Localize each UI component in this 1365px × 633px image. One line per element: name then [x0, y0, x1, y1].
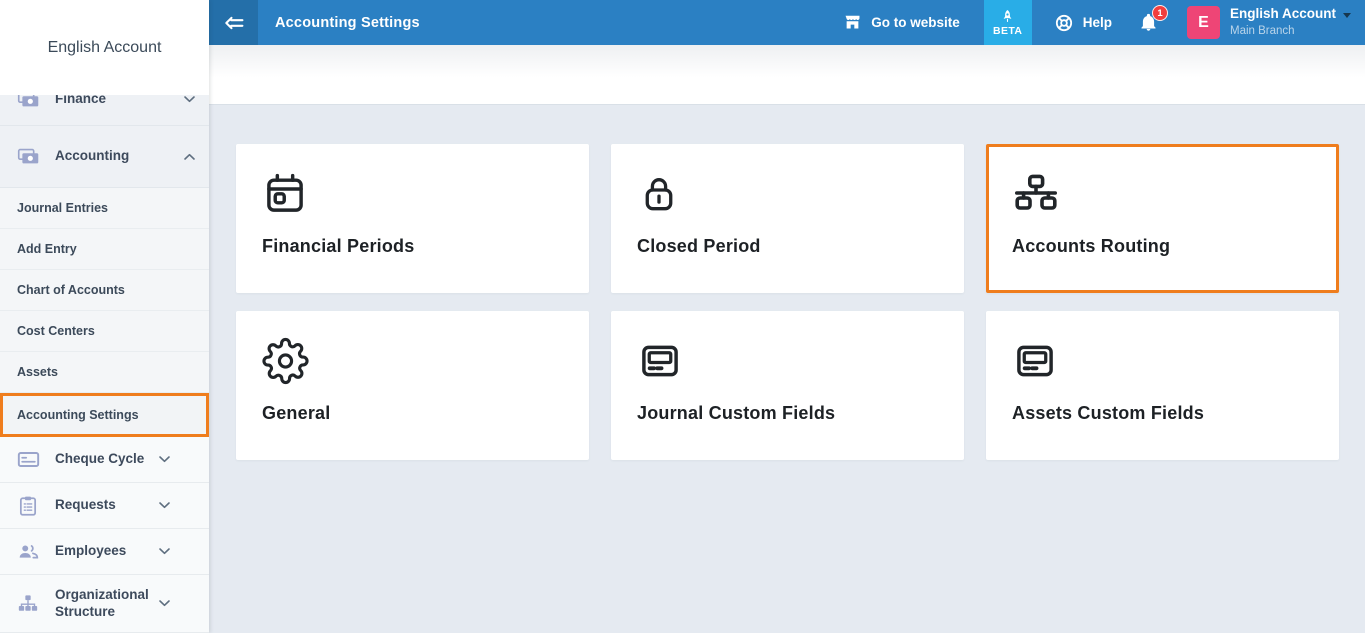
chevron-down-icon [159, 502, 170, 509]
accounts-routing-icon [1012, 169, 1062, 219]
go-to-website-link[interactable]: Go to website [843, 13, 960, 32]
sidebar-menu: Finance Accounting [0, 74, 209, 633]
go-to-website-label: Go to website [871, 15, 960, 30]
lock-icon [637, 169, 687, 219]
sidebar-subitem-label: Assets [17, 365, 58, 379]
card-label: Assets Custom Fields [1012, 403, 1204, 424]
notifications-button[interactable]: 1 [1138, 12, 1159, 33]
accounting-submenu: Journal Entries Add Entry Chart of Accou… [0, 188, 209, 437]
beta-label: BETA [993, 25, 1022, 37]
card-closed-period[interactable]: Closed Period [611, 144, 964, 293]
sidebar: Finance Accounting [0, 0, 209, 633]
sidebar-subitem-journal-entries[interactable]: Journal Entries [0, 188, 209, 229]
sidebar-subitem-label: Journal Entries [17, 201, 108, 215]
account-branch: Main Branch [1230, 24, 1351, 38]
card-financial-periods[interactable]: Financial Periods [236, 144, 589, 293]
sidebar-item-label: Accounting [55, 148, 184, 165]
sidebar-subitem-chart-of-accounts[interactable]: Chart of Accounts [0, 270, 209, 311]
sidebar-item-label: Employees [55, 543, 159, 560]
sidebar-subitem-assets[interactable]: Assets [0, 352, 209, 393]
card-label: Closed Period [637, 236, 761, 257]
sidebar-item-label: Requests [55, 497, 159, 514]
sidebar-item-employees[interactable]: Employees [0, 529, 209, 575]
top-navigation-bar: Accounting Settings Go to website BE [209, 0, 1365, 45]
sidebar-collapse-button[interactable] [209, 0, 258, 45]
employees-icon [16, 540, 40, 563]
sidebar-subitem-label: Cost Centers [17, 324, 95, 338]
cheque-icon [16, 448, 40, 471]
calendar-icon [262, 169, 312, 219]
help-button[interactable]: Help [1054, 13, 1112, 33]
custom-fields-icon [637, 336, 687, 386]
chevron-down-icon [159, 456, 170, 463]
card-general[interactable]: General [236, 311, 589, 460]
storefront-icon [843, 13, 862, 32]
account-avatar[interactable]: E [1187, 6, 1220, 39]
chevron-down-icon [184, 96, 195, 103]
gear-icon [262, 336, 312, 386]
sidebar-item-label: Organizational Structure [55, 587, 159, 621]
requests-icon [16, 495, 40, 517]
chevron-down-icon [159, 548, 170, 555]
account-name: English Account [1230, 6, 1336, 23]
caret-down-icon [1343, 13, 1351, 18]
sidebar-item-accounting[interactable]: Accounting [0, 126, 209, 188]
sidebar-item-cheque-cycle[interactable]: Cheque Cycle [0, 437, 209, 483]
accounting-icon [16, 145, 40, 168]
sidebar-item-label: Cheque Cycle [55, 451, 159, 468]
sidebar-subitem-label: Accounting Settings [17, 408, 139, 422]
page-title: Accounting Settings [275, 15, 420, 31]
notification-count-badge: 1 [1152, 5, 1168, 21]
sidebar-subitem-label: Add Entry [17, 242, 77, 256]
org-structure-icon [16, 593, 40, 615]
card-label: General [262, 403, 330, 424]
card-assets-custom-fields[interactable]: Assets Custom Fields [986, 311, 1339, 460]
account-menu[interactable]: English Account Main Branch [1230, 6, 1351, 38]
sidebar-item-organizational-structure[interactable]: Organizational Structure [0, 575, 209, 633]
custom-fields-icon [1012, 336, 1062, 386]
chevron-down-icon [159, 600, 170, 607]
help-label: Help [1083, 15, 1112, 30]
card-journal-custom-fields[interactable]: Journal Custom Fields [611, 311, 964, 460]
sidebar-subitem-add-entry[interactable]: Add Entry [0, 229, 209, 270]
settings-cards-grid: Financial Periods Closed Period [236, 144, 1339, 460]
card-label: Journal Custom Fields [637, 403, 835, 424]
lifebuoy-icon [1054, 13, 1074, 33]
card-label: Financial Periods [262, 236, 414, 257]
accounting-settings-page: Accounting Settings Go to website BE [0, 0, 1365, 633]
sidebar-subitem-label: Chart of Accounts [17, 283, 125, 297]
collapse-arrow-icon [222, 11, 246, 35]
sidebar-subitem-accounting-settings[interactable]: Accounting Settings [0, 393, 209, 437]
card-label: Accounts Routing [1012, 236, 1170, 257]
chevron-up-icon [184, 153, 195, 160]
rocket-icon [1000, 9, 1015, 24]
sidebar-subitem-cost-centers[interactable]: Cost Centers [0, 311, 209, 352]
sidebar-item-requests[interactable]: Requests [0, 483, 209, 529]
card-accounts-routing[interactable]: Accounts Routing [986, 144, 1339, 293]
beta-badge[interactable]: BETA [984, 0, 1032, 45]
workspace-title: English Account [0, 0, 209, 95]
page-subheader [209, 45, 1365, 105]
